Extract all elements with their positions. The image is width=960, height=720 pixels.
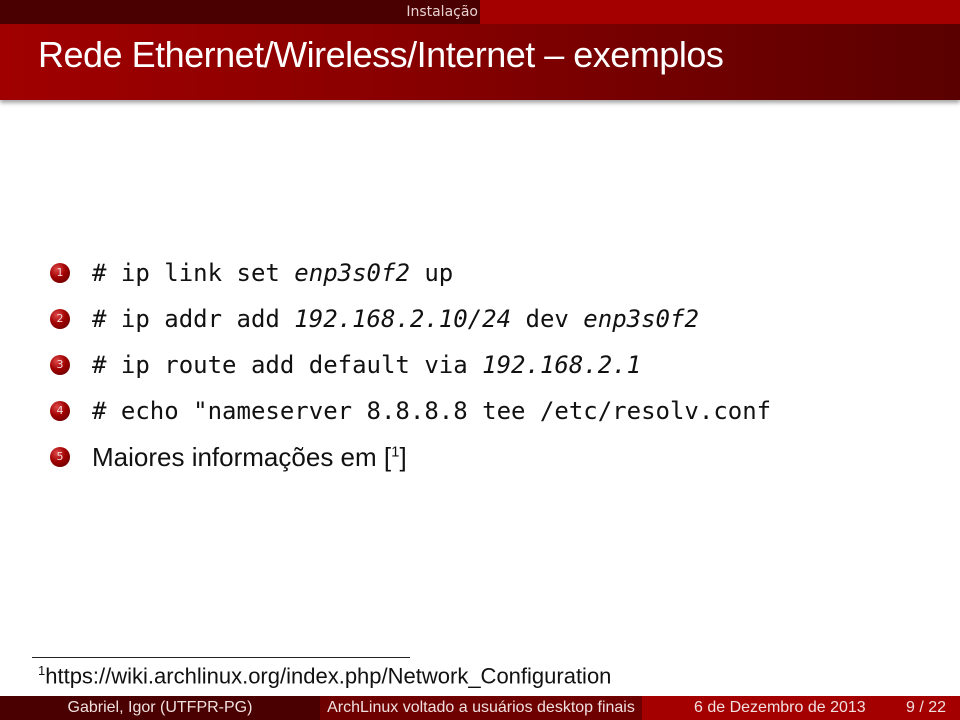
info-text-body: Maiores informações em [ [92,441,392,472]
list-item: 2 # ip addr add 192.168.2.10/24 dev enp3… [50,296,771,342]
code-arg: enp3s0f2 [294,259,410,287]
numbered-bullet-icon: 1 [50,263,70,283]
code-arg: 192.168.2.10/24 [294,305,512,333]
footer-right: 6 de Dezembro de 2013 9 / 22 [642,696,960,720]
section-label[interactable]: Instalação [406,4,478,20]
footer-date: 6 de Dezembro de 2013 [694,699,866,716]
code-text: dev [511,305,584,333]
command-line: # ip link set enp3s0f2 up [92,259,453,287]
command-line: # echo "nameserver 8.8.8.8 tee /etc/reso… [92,397,771,425]
list-item: 3 # ip route add default via 192.168.2.1 [50,342,771,388]
info-text-close: ] [399,441,407,472]
numbered-bullet-icon: 3 [50,355,70,375]
info-text: Maiores informações em [1] [92,442,407,473]
section-nav-right [480,0,960,24]
code-text: # ip link set [92,259,295,287]
numbered-bullet-icon: 5 [50,447,70,467]
footnote: 1https://wiki.archlinux.org/index.php/Ne… [38,663,611,689]
footnote-url[interactable]: https://wiki.archlinux.org/index.php/Net… [45,663,611,688]
code-text: # ip route add default via [92,351,483,379]
page-number: 9 / 22 [905,699,946,716]
section-nav-left: Instalação [0,0,480,24]
footer-author: Gabriel, Igor (UTFPR-PG) [0,696,320,720]
code-text: # echo "nameserver 8.8.8.8 tee /etc/reso… [92,397,772,425]
footer-talk-title: ArchLinux voltado a usuários desktop fin… [320,696,642,720]
list-item: 1 # ip link set enp3s0f2 up [50,250,771,296]
code-text: up [409,259,454,287]
numbered-bullet-icon: 2 [50,309,70,329]
code-arg: 192.168.2.1 [482,351,642,379]
command-line: # ip addr add 192.168.2.10/24 dev enp3s0… [92,305,699,333]
list-item: 4 # echo "nameserver 8.8.8.8 tee /etc/re… [50,388,771,434]
enumerated-list: 1 # ip link set enp3s0f2 up 2 # ip addr … [50,250,771,480]
frame-title: Rede Ethernet/Wireless/Internet – exempl… [38,34,724,75]
frame-title-bar: Rede Ethernet/Wireless/Internet – exempl… [0,24,960,100]
code-arg: enp3s0f2 [583,305,699,333]
numbered-bullet-icon: 4 [50,401,70,421]
footer-bar: Gabriel, Igor (UTFPR-PG) ArchLinux volta… [0,696,960,720]
command-line: # ip route add default via 192.168.2.1 [92,351,641,379]
footnote-rule [32,657,410,658]
code-text: # ip addr add [92,305,295,333]
top-navigation-bar: Instalação [0,0,960,24]
list-item: 5 Maiores informações em [1] [50,434,771,480]
